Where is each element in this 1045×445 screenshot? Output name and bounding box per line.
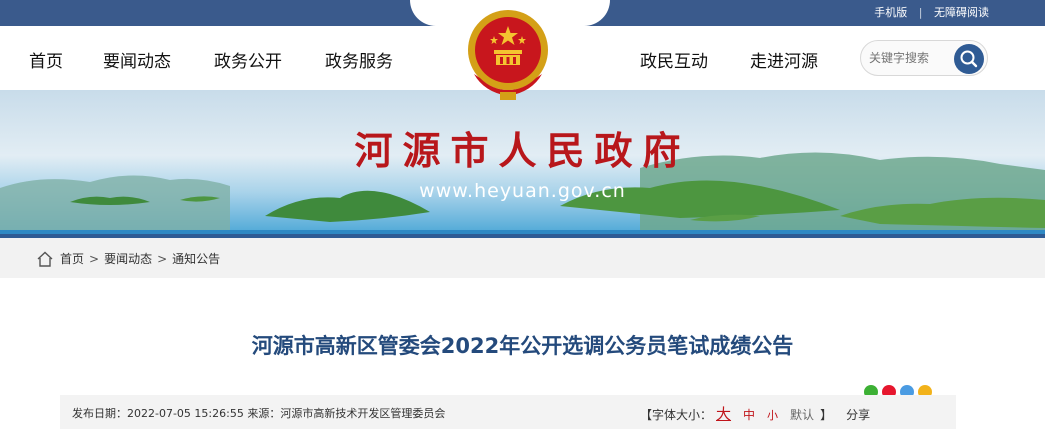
home-icon <box>37 251 53 267</box>
breadcrumb-item-notices[interactable]: 通知公告 <box>172 250 220 267</box>
search-button[interactable] <box>954 44 984 74</box>
font-size-label: 【字体大小： <box>640 408 713 422</box>
breadcrumb-separator: > <box>89 251 100 266</box>
font-medium-button[interactable]: 中 <box>743 406 755 423</box>
font-default-button[interactable]: 默认 <box>790 406 814 423</box>
national-emblem-icon[interactable] <box>464 8 552 104</box>
breadcrumb-separator: > <box>157 251 168 266</box>
breadcrumb-item-news[interactable]: 要闻动态 <box>104 250 152 267</box>
search-input[interactable] <box>869 49 953 67</box>
breadcrumb-item-home[interactable]: 首页 <box>60 250 84 267</box>
search-box <box>860 40 988 76</box>
nav-item-gov-affairs-open[interactable]: 政务公开 <box>214 47 282 72</box>
article-meta-bar: 发布日期：2022-07-05 15:26:55 来源：河源市高新技术开发区管理… <box>60 395 956 429</box>
font-small-button[interactable]: 小 <box>767 407 778 423</box>
publish-info: 发布日期：2022-07-05 15:26:55 来源：河源市高新技术开发区管理… <box>72 407 446 420</box>
breadcrumb-bar: 首页 > 要闻动态 > 通知公告 <box>0 238 1045 278</box>
nav-item-gov-services[interactable]: 政务服务 <box>325 47 393 72</box>
article-title: 河源市高新区管委会2022年公开选调公务员笔试成绩公告 <box>251 334 794 358</box>
banner-url: www.heyuan.gov.cn <box>419 180 626 202</box>
search-icon <box>960 50 978 68</box>
top-links-separator: | <box>918 6 923 19</box>
font-size-controls: 【字体大小： 大 中 小 默认 】 分享 <box>640 403 870 424</box>
banner: 河源市人民政府 www.heyuan.gov.cn <box>0 90 1045 236</box>
nav-item-home[interactable]: 首页 <box>29 47 63 72</box>
page: 手机版 | 无障碍阅读 首页 要闻动态 政务公开 政务服务 政民互动 走进河源 <box>0 0 1045 445</box>
mobile-link[interactable]: 手机版 <box>874 4 907 20</box>
nav-item-news[interactable]: 要闻动态 <box>103 47 171 72</box>
breadcrumb: 首页 > 要闻动态 > 通知公告 <box>36 250 220 267</box>
share-button[interactable]: 分享 <box>846 406 870 423</box>
font-size-close: 】 <box>820 408 833 422</box>
nav-item-about-heyuan[interactable]: 走进河源 <box>750 47 818 72</box>
banner-title: 河源市人民政府 <box>354 128 691 173</box>
top-links: 手机版 | 无障碍阅读 <box>874 4 989 20</box>
nav-item-interaction[interactable]: 政民互动 <box>640 47 708 72</box>
font-large-button[interactable]: 大 <box>716 403 731 424</box>
accessible-reading-link[interactable]: 无障碍阅读 <box>934 4 989 20</box>
